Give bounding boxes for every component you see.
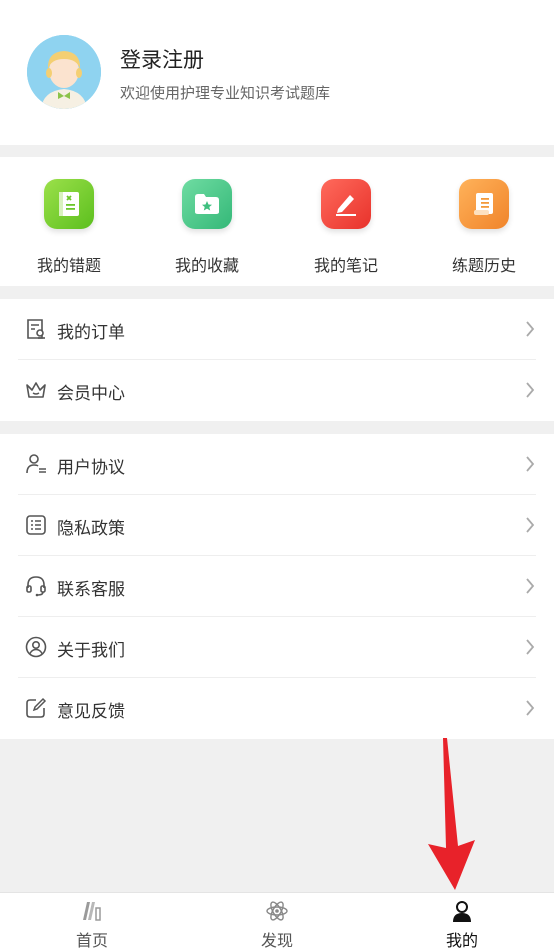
person-icon (453, 901, 471, 922)
tab-label: 首页 (75, 931, 108, 950)
menu-label: 隐私政策 (57, 519, 125, 539)
crown-icon (26, 382, 46, 398)
order-icon (27, 319, 45, 339)
login-register-link[interactable]: 登录注册 (120, 44, 204, 74)
menu-group-info: 用户协议 隐私政策 联系客服 关于我们 意见反馈 (0, 434, 554, 739)
notebook-icon (44, 179, 94, 229)
chevron-right-icon (526, 517, 535, 533)
menu-item-feedback[interactable]: 意见反馈 (18, 678, 536, 739)
headset-icon (26, 576, 46, 597)
chevron-right-icon (526, 578, 535, 594)
list-icon (26, 515, 46, 535)
quick-notes[interactable]: 我的笔记 (277, 157, 415, 286)
bottom-tab-bar: 首页 发现 我的 (0, 892, 554, 952)
menu-group-orders: 我的订单 会员中心 (0, 299, 554, 421)
profile-header[interactable]: 登录注册 欢迎使用护理专业知识考试题库 (0, 0, 554, 145)
tab-home[interactable]: 首页 (0, 893, 184, 952)
edit-icon (26, 697, 47, 718)
avatar[interactable] (27, 35, 101, 109)
menu-label: 我的订单 (57, 323, 125, 343)
quick-wrong-questions[interactable]: 我的错题 (0, 157, 138, 286)
menu-item-membership[interactable]: 会员中心 (18, 360, 536, 421)
user-agreement-icon (26, 454, 46, 474)
menu-item-customer-service[interactable]: 联系客服 (18, 556, 536, 617)
quick-favorites[interactable]: 我的收藏 (138, 157, 276, 286)
menu-item-user-agreement[interactable]: 用户协议 (18, 434, 536, 495)
menu-label: 用户协议 (57, 458, 125, 478)
star-folder-icon (182, 179, 232, 229)
quick-label: 我的收藏 (174, 256, 239, 275)
tab-mine[interactable]: 我的 (370, 893, 554, 952)
menu-label: 意见反馈 (57, 702, 125, 722)
tab-discover[interactable]: 发现 (185, 893, 369, 952)
quick-actions: 我的错题 我的收藏 我的笔记 练题历史 (0, 157, 554, 286)
pen-icon (321, 179, 371, 229)
chevron-right-icon (526, 700, 535, 716)
quick-history[interactable]: 练题历史 (415, 157, 553, 286)
scroll-icon (459, 179, 509, 229)
chevron-right-icon (526, 382, 535, 398)
welcome-text: 欢迎使用护理专业知识考试题库 (120, 84, 331, 102)
menu-item-about-us[interactable]: 关于我们 (18, 617, 536, 678)
chevron-right-icon (526, 639, 535, 655)
tab-label: 我的 (445, 931, 478, 950)
menu-item-privacy[interactable]: 隐私政策 (18, 495, 536, 556)
user-circle-icon (25, 636, 47, 658)
books-icon (83, 902, 101, 921)
chevron-right-icon (526, 456, 535, 472)
menu-label: 会员中心 (57, 384, 125, 404)
atom-icon (266, 901, 288, 921)
menu-label: 关于我们 (57, 641, 125, 661)
menu-item-orders[interactable]: 我的订单 (18, 299, 536, 360)
chevron-right-icon (526, 321, 535, 337)
quick-label: 我的笔记 (313, 256, 378, 275)
quick-label: 我的错题 (36, 256, 101, 275)
quick-label: 练题历史 (451, 256, 516, 275)
tab-label: 发现 (260, 931, 293, 950)
menu-label: 联系客服 (57, 580, 125, 600)
